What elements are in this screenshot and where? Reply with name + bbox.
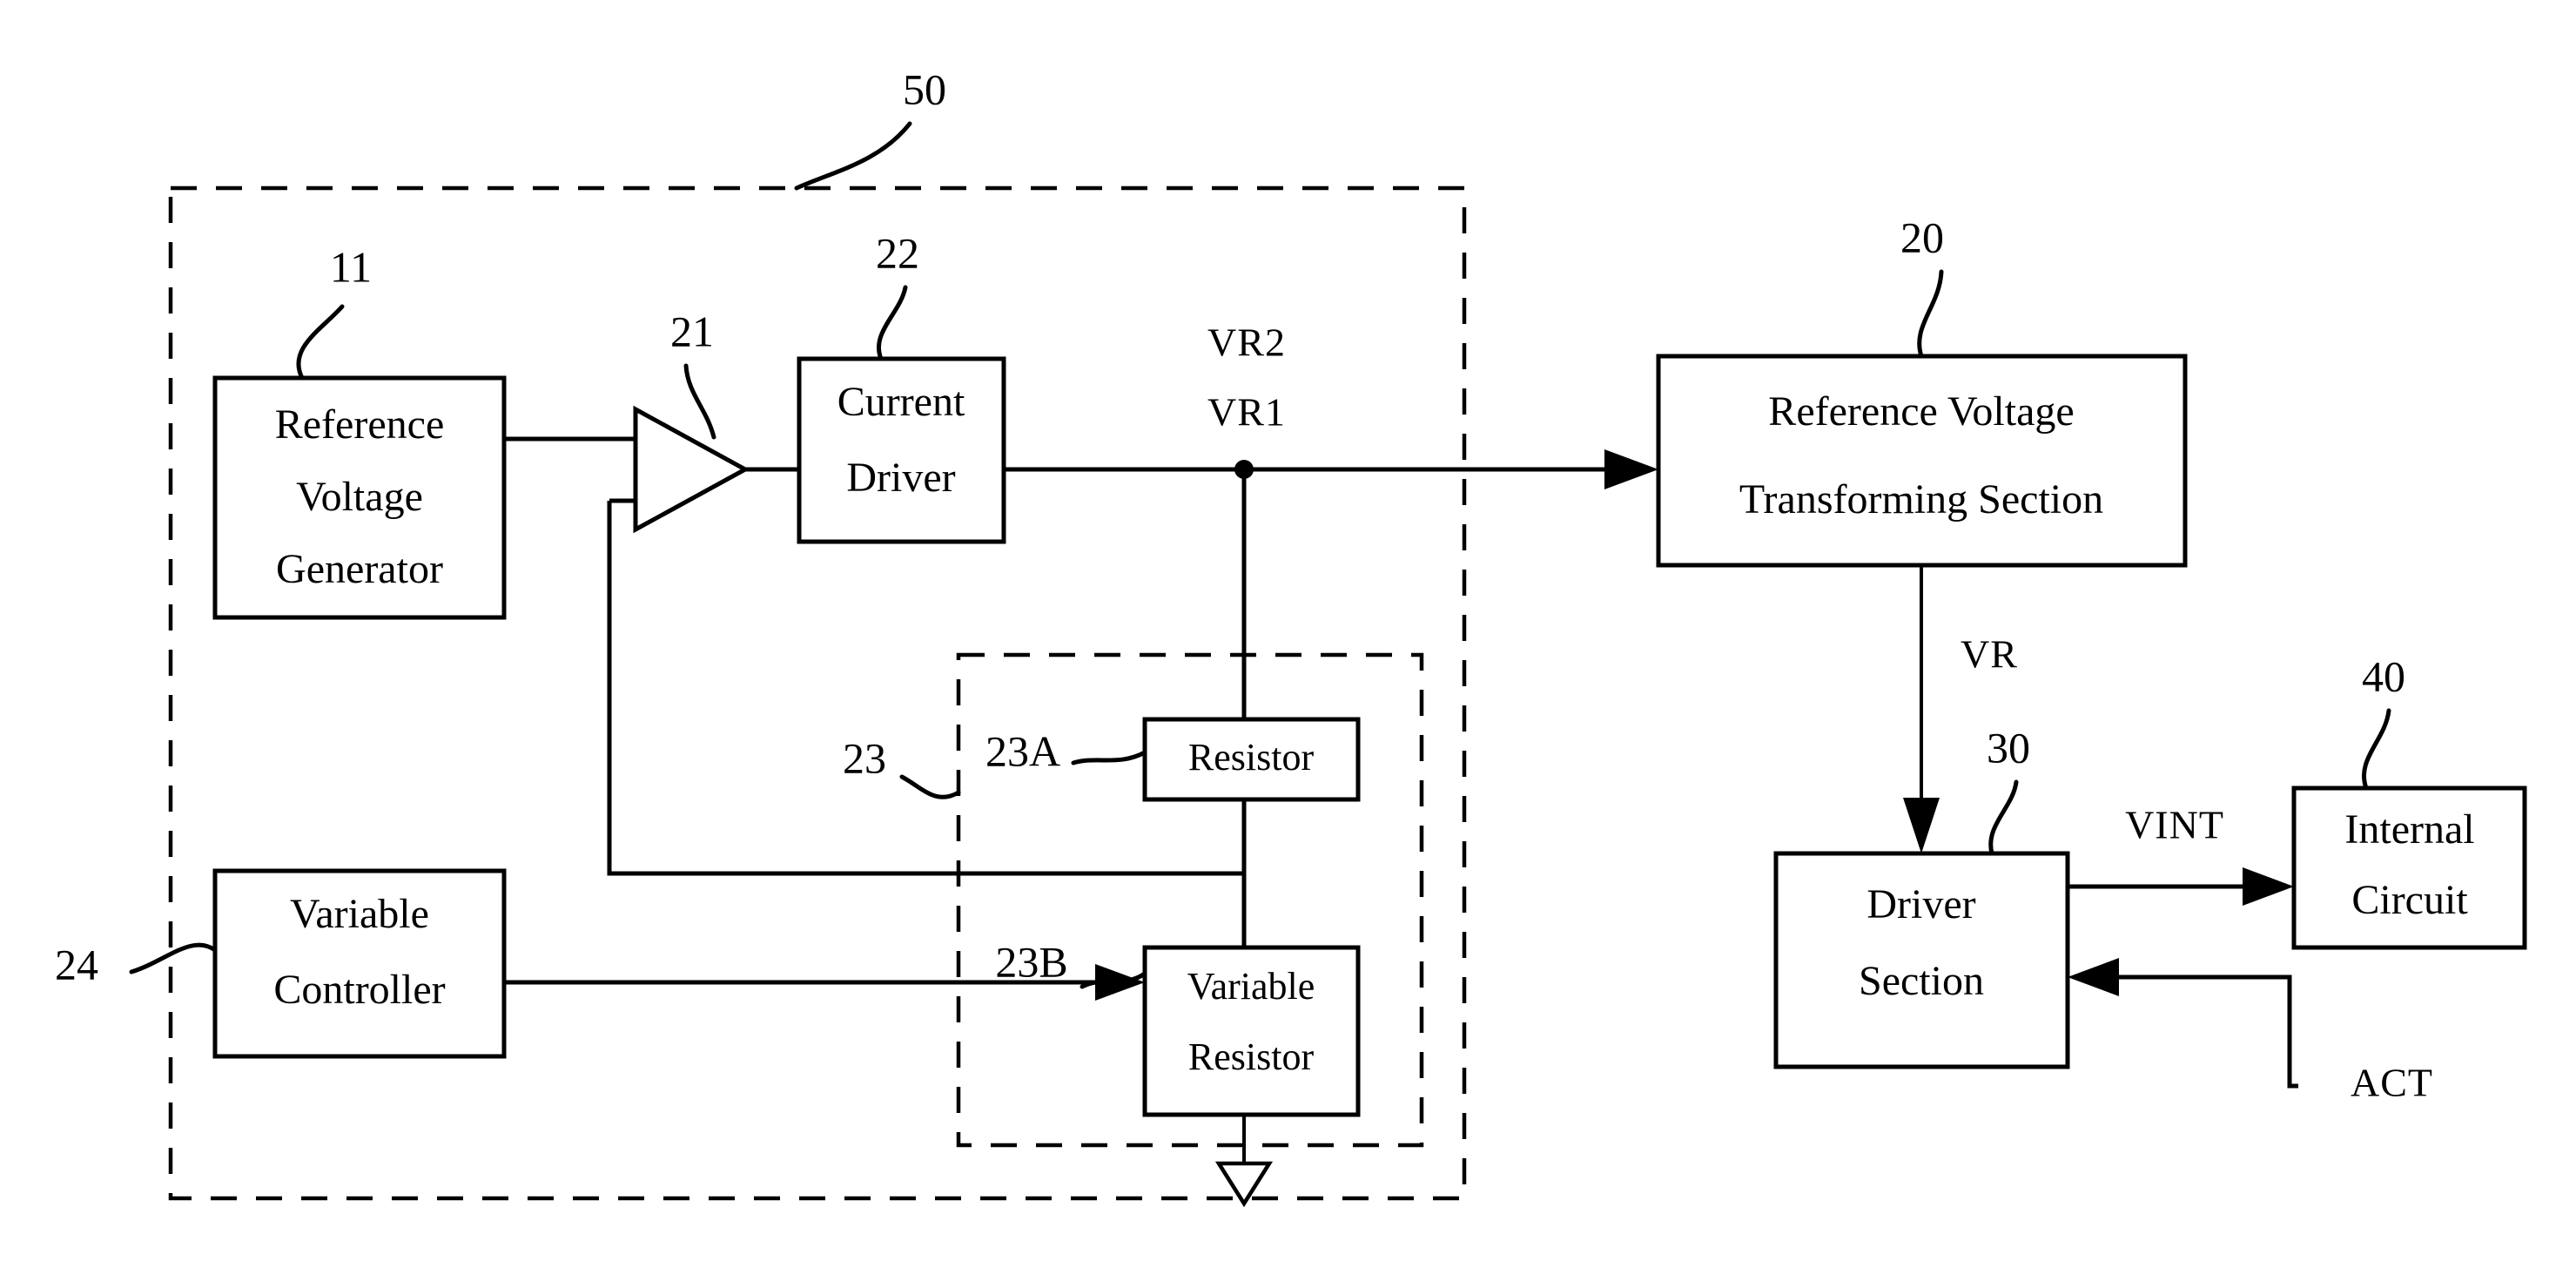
reference-voltage-transforming-section-label-line2: Transforming Section bbox=[1739, 476, 2103, 523]
figure-canvas: 50 Reference Voltage Generator 11 21 Cur… bbox=[0, 0, 2576, 1261]
variable-controller-label-line2: Controller bbox=[273, 967, 445, 1013]
leader-line-40 bbox=[2362, 708, 2391, 791]
variable-resistor-label-line2: Resistor bbox=[1188, 1035, 1315, 1078]
leader-line-30 bbox=[1988, 779, 2019, 856]
variable-controller-label-line1: Variable bbox=[290, 891, 429, 937]
reference-voltage-transforming-section-label-line1: Reference Voltage bbox=[1768, 388, 2074, 435]
leader-line-50 bbox=[794, 121, 912, 191]
leader-line-11 bbox=[296, 304, 345, 381]
arrowhead-act-to-driver-section bbox=[2068, 958, 2119, 996]
reference-voltage-generator-label-line3: Generator bbox=[276, 546, 443, 592]
ref-numeral-23A: 23A bbox=[985, 726, 1060, 775]
wire-act bbox=[2093, 974, 2298, 1089]
ref-numeral-24: 24 bbox=[55, 940, 98, 988]
leader-line-23 bbox=[899, 774, 961, 799]
ref-numeral-23B: 23B bbox=[995, 937, 1067, 986]
ref-numeral-22: 22 bbox=[876, 228, 919, 277]
signal-label-vr2: VR2 bbox=[1207, 320, 1286, 365]
ref-numeral-21: 21 bbox=[670, 307, 714, 355]
ref-numeral-50: 50 bbox=[903, 64, 946, 113]
arrowhead-to-variable-resistor bbox=[1095, 964, 1145, 1001]
leader-line-22 bbox=[877, 285, 908, 361]
leader-line-21 bbox=[683, 363, 716, 440]
variable-resistor-label-line1: Variable bbox=[1187, 965, 1315, 1008]
leader-line-20 bbox=[1917, 269, 1944, 359]
arrowhead-to-driver-section bbox=[1903, 798, 1940, 853]
current-driver-label-line2: Driver bbox=[846, 455, 955, 501]
wire-feedback-to-comparator bbox=[607, 501, 1244, 876]
ref-numeral-40: 40 bbox=[2362, 651, 2405, 700]
signal-label-vr: VR bbox=[1961, 632, 2018, 677]
reference-voltage-generator-label-line1: Reference bbox=[275, 401, 445, 448]
signal-label-act: ACT bbox=[2351, 1061, 2433, 1105]
internal-circuit-label-line1: Internal bbox=[2344, 806, 2474, 853]
driver-section-label-line2: Section bbox=[1859, 958, 1984, 1004]
reference-voltage-generator-label-line2: Voltage bbox=[296, 474, 423, 520]
ref-numeral-20: 20 bbox=[1900, 212, 1944, 261]
block-diagram-svg: 50 Reference Voltage Generator 11 21 Cur… bbox=[0, 0, 2576, 1261]
current-driver-label-line1: Current bbox=[837, 379, 965, 425]
arrowhead-to-internal-circuit bbox=[2243, 867, 2294, 906]
signal-label-vint: VINT bbox=[2125, 803, 2224, 847]
signal-label-vr1: VR1 bbox=[1207, 390, 1286, 435]
ref-numeral-23: 23 bbox=[843, 733, 886, 782]
resistor-label: Resistor bbox=[1188, 736, 1315, 779]
comparator-triangle[interactable] bbox=[633, 405, 750, 534]
leader-line-24 bbox=[129, 942, 218, 974]
driver-section-label-line1: Driver bbox=[1866, 881, 1975, 927]
reference-voltage-transforming-section-box[interactable] bbox=[1656, 354, 2188, 568]
ref-numeral-11: 11 bbox=[330, 242, 372, 291]
arrowhead-to-transforming-section bbox=[1604, 449, 1658, 489]
internal-circuit-label-line2: Circuit bbox=[2351, 877, 2468, 923]
ref-numeral-30: 30 bbox=[1987, 723, 2030, 772]
leader-line-23A bbox=[1071, 750, 1147, 765]
